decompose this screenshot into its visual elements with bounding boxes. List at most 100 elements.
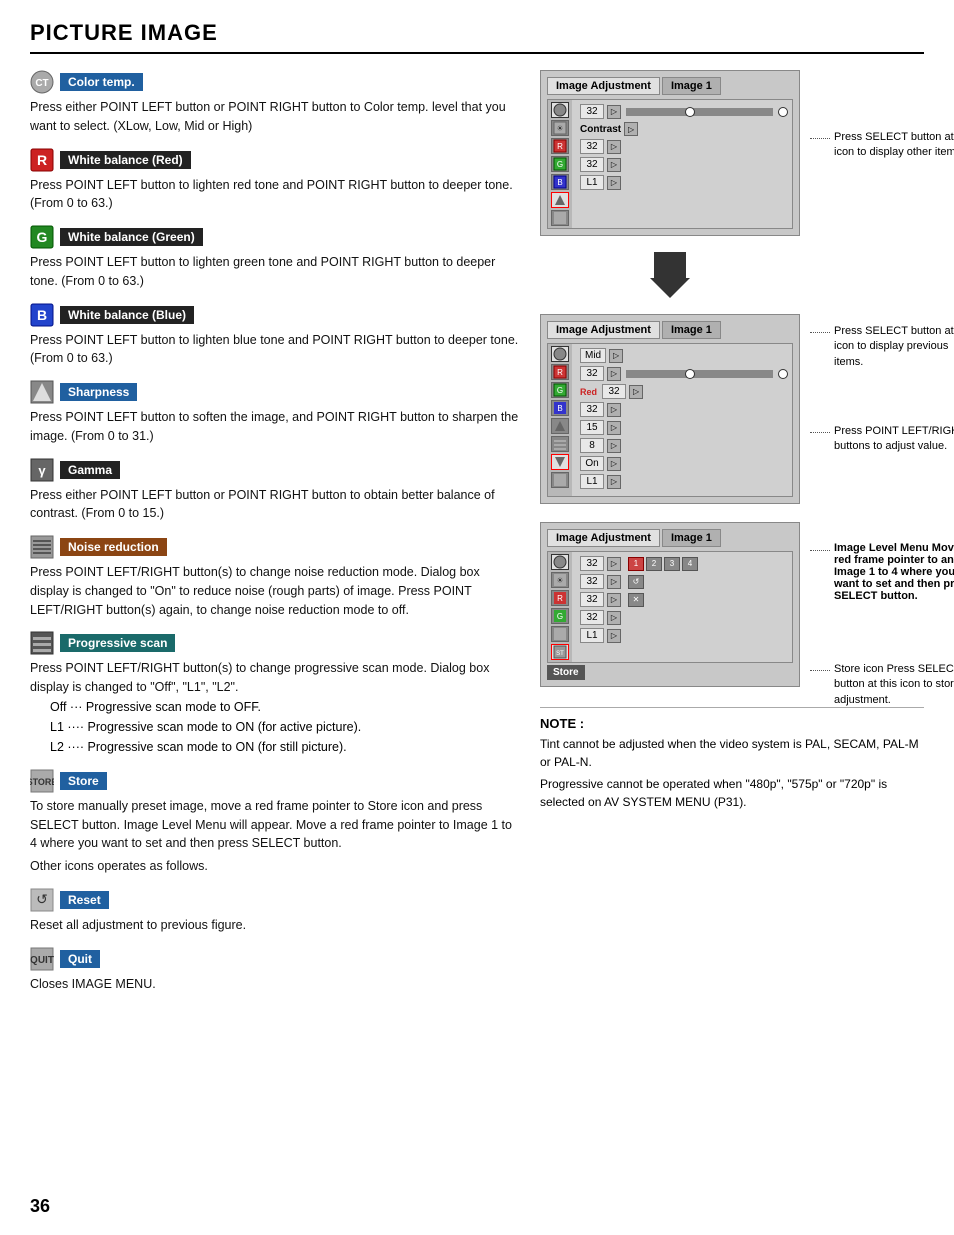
arrow-8[interactable]: ▷ <box>607 439 621 453</box>
level-icon-4[interactable]: 4 <box>682 557 698 571</box>
arrow-r32[interactable]: ▷ <box>607 367 621 381</box>
section-noise-reduction: Noise reduction Press POINT LEFT/RIGHT b… <box>30 535 520 619</box>
screenshot-2-wrapper: Image Adjustment Image 1 R G <box>540 314 924 504</box>
wb-red-icon: R <box>30 148 54 172</box>
tab-image-adjustment-1[interactable]: Image Adjustment <box>547 77 660 95</box>
note-text-1: Tint cannot be adjusted when the video s… <box>540 735 924 771</box>
s3-arrow-4[interactable]: ▷ <box>607 611 621 625</box>
s3-row-1: 32 ▷ 1 2 3 4 <box>580 556 788 571</box>
progressive-l2: L2 ···· Progressive scan mode to ON (for… <box>50 737 520 757</box>
screenshot-1-tabs: Image Adjustment Image 1 <box>547 77 793 95</box>
note-section: NOTE : Tint cannot be adjusted when the … <box>540 707 924 811</box>
value-l1-1: L1 <box>580 175 604 190</box>
callout-screenshot-3b: Store icon Press SELECT button at this i… <box>810 662 954 708</box>
arrow-l1-2[interactable]: ▷ <box>607 475 621 489</box>
section-store: STORE Store To store manually preset ima… <box>30 769 520 876</box>
s2-icon-3: G <box>551 382 569 398</box>
arrow-red32[interactable]: ▷ <box>629 385 643 399</box>
arrow-mid[interactable]: ▷ <box>609 349 623 363</box>
label-red: Red <box>580 387 597 397</box>
quit-text: Closes IMAGE MENU. <box>30 975 520 994</box>
tab-image-1-1[interactable]: Image 1 <box>662 77 721 95</box>
sidebar-icon-select-1[interactable] <box>551 192 569 208</box>
section-sharpness: Sharpness Press POINT LEFT button to sof… <box>30 380 520 446</box>
reset-text: Reset all adjustment to previous figure. <box>30 916 520 935</box>
page-header: PICTURE IMAGE <box>30 20 924 54</box>
s2-icon-select[interactable] <box>551 454 569 470</box>
progressive-text: Press POINT LEFT/RIGHT button(s) to chan… <box>30 659 520 697</box>
svg-text:☀: ☀ <box>556 576 563 585</box>
s3-arrow-l1[interactable]: ▷ <box>607 629 621 643</box>
screenshot-2-sidebar: R G B <box>548 344 572 496</box>
s3-level-q: ✕ <box>628 593 644 607</box>
ui-row-r-32: 32 ▷ <box>580 366 788 381</box>
level-icon-3[interactable]: 3 <box>664 557 680 571</box>
image-level-menu-title: Image Level Menu Move a red frame pointe… <box>834 542 954 602</box>
store-text: To store manually preset image, move a r… <box>30 797 520 853</box>
sharpness-icon <box>30 380 54 404</box>
s3-icon-store[interactable]: ST <box>551 644 569 660</box>
arrow-right-2[interactable]: ▷ <box>607 140 621 154</box>
arrow-right-3[interactable]: ▷ <box>607 158 621 172</box>
store-label: Store <box>60 772 107 790</box>
page-number: 36 <box>30 1196 50 1217</box>
callout-2b-content: Press POINT LEFT/RIGHT buttons to adjust… <box>810 424 954 455</box>
tab-image-1-3[interactable]: Image 1 <box>662 529 721 547</box>
store-icon-callout: Store icon Press SELECT button at this i… <box>834 662 954 708</box>
s2-icon-5 <box>551 418 569 434</box>
arrow-right-l1[interactable]: ▷ <box>607 176 621 190</box>
svg-text:R: R <box>557 594 563 603</box>
screenshot-3-main: 32 ▷ 1 2 3 4 32 <box>576 552 792 662</box>
gamma-label: Gamma <box>60 461 120 479</box>
sidebar-icon-3: R <box>551 138 569 154</box>
wb-green-text: Press POINT LEFT button to lighten green… <box>30 253 520 291</box>
s2-icon-8 <box>551 472 569 488</box>
s3-arrow-3[interactable]: ▷ <box>607 593 621 607</box>
callout-screenshot-3a: Image Level Menu Move a red frame pointe… <box>810 542 954 604</box>
section-wb-blue: B White balance (Blue) Press POINT LEFT … <box>30 303 520 369</box>
screenshot-1-wrapper: Image Adjustment Image 1 ☀ <box>540 70 924 236</box>
ui-row-contrast-label: Contrast ▷ <box>580 122 788 136</box>
svg-text:ST: ST <box>556 651 564 657</box>
s3-val-32-3: 32 <box>580 592 604 607</box>
s3-icon-2: ☀ <box>551 572 569 588</box>
arrow-contrast[interactable]: ▷ <box>624 122 638 136</box>
ui-row-red32: Red 32 ▷ <box>580 384 788 399</box>
value-32-2: 32 <box>580 139 604 154</box>
arrow-15[interactable]: ▷ <box>607 421 621 435</box>
level-icon-1[interactable]: 1 <box>628 557 644 571</box>
tab-image-adjustment-3[interactable]: Image Adjustment <box>547 529 660 547</box>
value-15: 15 <box>580 420 604 435</box>
value-l1-2: L1 <box>580 474 604 489</box>
noise-icon <box>30 535 54 559</box>
section-wb-red-header: R White balance (Red) <box>30 148 520 172</box>
level-icon-2[interactable]: 2 <box>646 557 662 571</box>
screenshot-2: Image Adjustment Image 1 R G <box>540 314 800 504</box>
store-after-text: Other icons operates as follows. <box>30 857 520 876</box>
section-reset: ↺ Reset Reset all adjustment to previous… <box>30 888 520 935</box>
s3-val-32-1: 32 <box>580 556 604 571</box>
callout-3a-content: Image Level Menu Move a red frame pointe… <box>810 542 954 604</box>
svg-text:☀: ☀ <box>556 124 563 133</box>
s3-val-l1: L1 <box>580 628 604 643</box>
s3-val-32-2: 32 <box>580 574 604 589</box>
tab-image-adjustment-2[interactable]: Image Adjustment <box>547 321 660 339</box>
arrow-on[interactable]: ▷ <box>607 457 621 471</box>
arrow-bar-1 <box>654 252 686 262</box>
arrow-b32[interactable]: ▷ <box>607 403 621 417</box>
section-gamma-header: γ Gamma <box>30 458 520 482</box>
sidebar-icon-7 <box>551 210 569 226</box>
s3-arrow-2[interactable]: ▷ <box>607 575 621 589</box>
s3-arrow-1[interactable]: ▷ <box>607 557 621 571</box>
section-wb-green-header: G White balance (Green) <box>30 225 520 249</box>
callout-1-text: Press SELECT button at this icon to disp… <box>834 130 954 161</box>
callout-line-3a <box>810 550 830 551</box>
wb-green-icon: G <box>30 225 54 249</box>
s3-icon-1 <box>551 554 569 570</box>
content-layout: CT Color temp. Press either POINT LEFT b… <box>30 70 924 1005</box>
arrow-right-1[interactable]: ▷ <box>607 105 621 119</box>
screenshot-2-main: Mid ▷ 32 ▷ <box>576 344 792 496</box>
tab-image-1-2[interactable]: Image 1 <box>662 321 721 339</box>
callout-3a-text-block: Image Level Menu Move a red frame pointe… <box>834 542 954 604</box>
color-temp-label: Color temp. <box>60 73 143 91</box>
